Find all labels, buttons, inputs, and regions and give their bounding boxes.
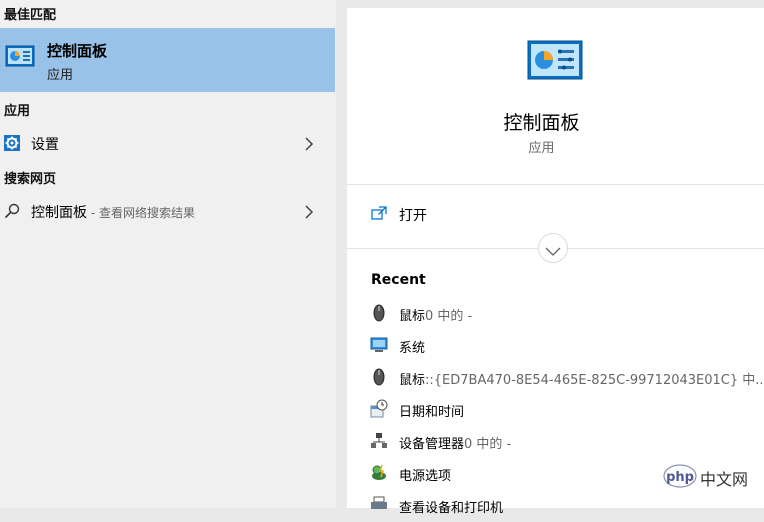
recent-item[interactable]: 系统 (347, 334, 764, 362)
control-panel-large-icon (527, 40, 583, 84)
recent-item[interactable]: 设备管理器0 中的 - (347, 430, 764, 458)
printer-icon (370, 495, 388, 515)
recent-item-label: 日期和时间 (399, 401, 464, 420)
recent-item-name: 日期和时间 (399, 405, 465, 420)
search-results-pane: 最佳匹配 控制面板 应用 应用 设置 搜索网页 控制面板 - 查看网络搜索结果 (0, 0, 336, 508)
recent-item-label: 鼠标0 中的 - (399, 305, 472, 324)
divider (347, 184, 764, 185)
recent-item-label: 系统 (399, 337, 425, 356)
preview-subtitle: 应用 (528, 141, 555, 156)
clock-calendar-icon (370, 399, 388, 419)
open-action-label[interactable]: 打开 (399, 205, 427, 225)
chevron-right-icon[interactable] (304, 136, 314, 155)
recent-item-label: 设备管理器0 中的 - (399, 433, 511, 452)
recent-item-label: 鼠标::{ED7BA470-8E54-465E-825C-99712043E01… (399, 369, 764, 388)
best-match-subtitle: 应用 (47, 68, 74, 83)
monitor-icon (370, 335, 388, 355)
app-result-settings[interactable]: 设置 (0, 127, 335, 159)
web-result-suffix: - 查看网络搜索结果 (87, 206, 195, 220)
control-panel-icon (5, 45, 35, 71)
recent-item-name: 鼠标 (399, 373, 426, 388)
recent-item-name: 鼠标 (399, 309, 426, 324)
watermark-text: 中文网 (700, 470, 749, 489)
recent-item-detail: 0 中的 - (464, 437, 512, 452)
recent-item[interactable]: 日期和时间 (347, 398, 764, 426)
recent-item-name: 设备管理器 (399, 437, 465, 452)
web-result-query: 控制面板 (31, 205, 87, 221)
chevron-right-icon[interactable] (304, 204, 314, 223)
web-search-header: 搜索网页 (4, 172, 57, 187)
expand-button[interactable] (538, 233, 568, 263)
device-manager-icon (370, 431, 388, 451)
recent-item-detail: ::{ED7BA470-8E54-465E-825C-99712043E01C}… (425, 373, 764, 388)
preview-title: 控制面板 (503, 112, 580, 134)
best-match-header: 最佳匹配 (4, 8, 57, 23)
recent-item-detail: 0 中的 - (425, 309, 473, 324)
preview-pane: 控制面板 应用 打开 Recent 鼠标0 中的 - 系统 鼠标::{ED7BA… (347, 8, 764, 516)
chevron-down-icon (545, 242, 561, 261)
recent-item[interactable]: 鼠标0 中的 - (347, 302, 764, 330)
recent-item-name: 电源选项 (399, 469, 452, 484)
recent-item-name: 系统 (399, 341, 426, 356)
best-match-title: 控制面板 (47, 42, 108, 60)
recent-item-name: 查看设备和打印机 (399, 501, 504, 516)
settings-label: 设置 (31, 137, 59, 153)
web-result-control-panel[interactable]: 控制面板 - 查看网络搜索结果 (0, 195, 335, 227)
recent-item-label: 查看设备和打印机 (399, 497, 503, 516)
apps-header: 应用 (4, 104, 31, 119)
mouse-icon (370, 303, 388, 323)
recent-header: Recent (371, 272, 426, 288)
open-icon[interactable] (371, 205, 387, 224)
gear-icon (4, 135, 20, 155)
power-options-icon (370, 463, 388, 483)
php-logo-text: php (666, 470, 694, 485)
recent-item[interactable]: 查看设备和打印机 (347, 494, 764, 522)
search-icon (4, 203, 20, 223)
mouse-icon (370, 367, 388, 387)
recent-item[interactable]: 鼠标::{ED7BA470-8E54-465E-825C-99712043E01… (347, 366, 764, 394)
recent-item-label: 电源选项 (399, 465, 451, 484)
web-result-label: 控制面板 - 查看网络搜索结果 (31, 202, 195, 222)
